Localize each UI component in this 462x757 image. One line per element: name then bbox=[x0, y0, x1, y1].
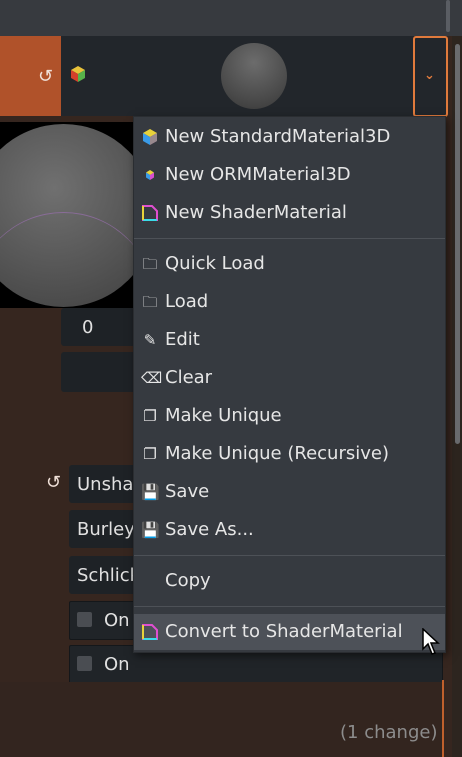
section-edge-highlight bbox=[442, 680, 444, 757]
menu-item-label: Save bbox=[165, 481, 210, 502]
mouse-cursor-icon bbox=[422, 628, 440, 655]
inspector-footer bbox=[0, 682, 442, 757]
menu-item-load[interactable]: 🗀 Load bbox=[134, 284, 445, 320]
menu-item-convert-to-shader-material[interactable]: Convert to ShaderMaterial bbox=[134, 614, 445, 650]
checkbox[interactable] bbox=[77, 612, 92, 627]
duplicate-icon: ❐ bbox=[143, 445, 157, 463]
menu-item-make-unique-recursive[interactable]: ❐ Make Unique (Recursive) bbox=[134, 436, 445, 472]
menu-separator bbox=[134, 606, 445, 607]
menu-item-new-orm-material[interactable]: New ORMMaterial3D bbox=[134, 157, 445, 193]
revert-icon[interactable]: ↺ bbox=[38, 66, 53, 87]
changes-count: (1 change) bbox=[340, 722, 438, 743]
revert-icon[interactable]: ↺ bbox=[46, 472, 61, 493]
material-cube-icon bbox=[71, 66, 85, 82]
menu-item-label: Make Unique bbox=[165, 405, 282, 426]
menu-item-label: Edit bbox=[165, 329, 200, 350]
shader-material-icon bbox=[142, 624, 158, 640]
menu-separator bbox=[134, 555, 445, 556]
checkbox-label: On bbox=[104, 654, 130, 675]
resource-context-menu: New StandardMaterial3D New ORMMaterial3D… bbox=[133, 116, 446, 653]
menu-item-label: Convert to ShaderMaterial bbox=[165, 621, 403, 642]
menu-item-label: Copy bbox=[165, 570, 211, 591]
numeric-field-value: 0 bbox=[82, 317, 94, 338]
menu-separator bbox=[134, 238, 445, 239]
folder-icon: 🗀 bbox=[142, 255, 158, 273]
menu-item-quick-load[interactable]: 🗀 Quick Load bbox=[134, 246, 445, 282]
material-thumbnail bbox=[221, 43, 287, 109]
menu-item-label: Quick Load bbox=[165, 253, 265, 274]
resource-dropdown-button[interactable]: ⌄ bbox=[413, 36, 448, 117]
shader-material-icon bbox=[142, 205, 158, 221]
menu-item-label: New StandardMaterial3D bbox=[165, 126, 391, 147]
menu-item-clear[interactable]: ⌫ Clear bbox=[134, 360, 445, 396]
checkbox[interactable] bbox=[77, 656, 92, 671]
inspector-scrollbar-thumb[interactable] bbox=[455, 44, 460, 444]
menu-item-new-standard-material[interactable]: New StandardMaterial3D bbox=[134, 119, 445, 155]
menu-item-label: Make Unique (Recursive) bbox=[165, 443, 389, 464]
clear-icon: ⌫ bbox=[141, 369, 163, 387]
empty-field[interactable] bbox=[61, 352, 141, 392]
checkbox-label: On bbox=[104, 610, 130, 631]
menu-item-copy[interactable]: Copy bbox=[134, 563, 445, 599]
material-preview bbox=[0, 122, 135, 308]
menu-item-label: New ShaderMaterial bbox=[165, 202, 347, 223]
numeric-field[interactable]: 0 bbox=[61, 308, 141, 346]
duplicate-icon: ❐ bbox=[143, 407, 157, 425]
menu-item-new-shader-material[interactable]: New ShaderMaterial bbox=[134, 195, 445, 231]
menu-item-label: Clear bbox=[165, 367, 213, 388]
menu-item-label: Load bbox=[165, 291, 209, 312]
menu-item-make-unique[interactable]: ❐ Make Unique bbox=[134, 398, 445, 434]
edit-icon: ✎ bbox=[143, 331, 157, 349]
folder-icon: 🗀 bbox=[142, 293, 158, 311]
select-value: Schlick bbox=[77, 565, 141, 586]
top-toolbar bbox=[0, 0, 462, 36]
select-value: Burley bbox=[77, 519, 135, 540]
save-icon: 💾 bbox=[141, 521, 160, 539]
menu-item-label: New ORMMaterial3D bbox=[165, 164, 351, 185]
menu-item-edit[interactable]: ✎ Edit bbox=[134, 322, 445, 358]
chevron-down-icon: ⌄ bbox=[424, 68, 435, 83]
menu-item-save[interactable]: 💾 Save bbox=[134, 474, 445, 510]
top-scrollbar[interactable] bbox=[446, 0, 450, 32]
menu-item-label: Save As... bbox=[165, 519, 254, 540]
standard-material-icon bbox=[143, 129, 157, 145]
menu-item-save-as[interactable]: 💾 Save As... bbox=[134, 512, 445, 548]
save-icon: 💾 bbox=[141, 483, 160, 501]
orm-material-icon bbox=[146, 170, 154, 180]
